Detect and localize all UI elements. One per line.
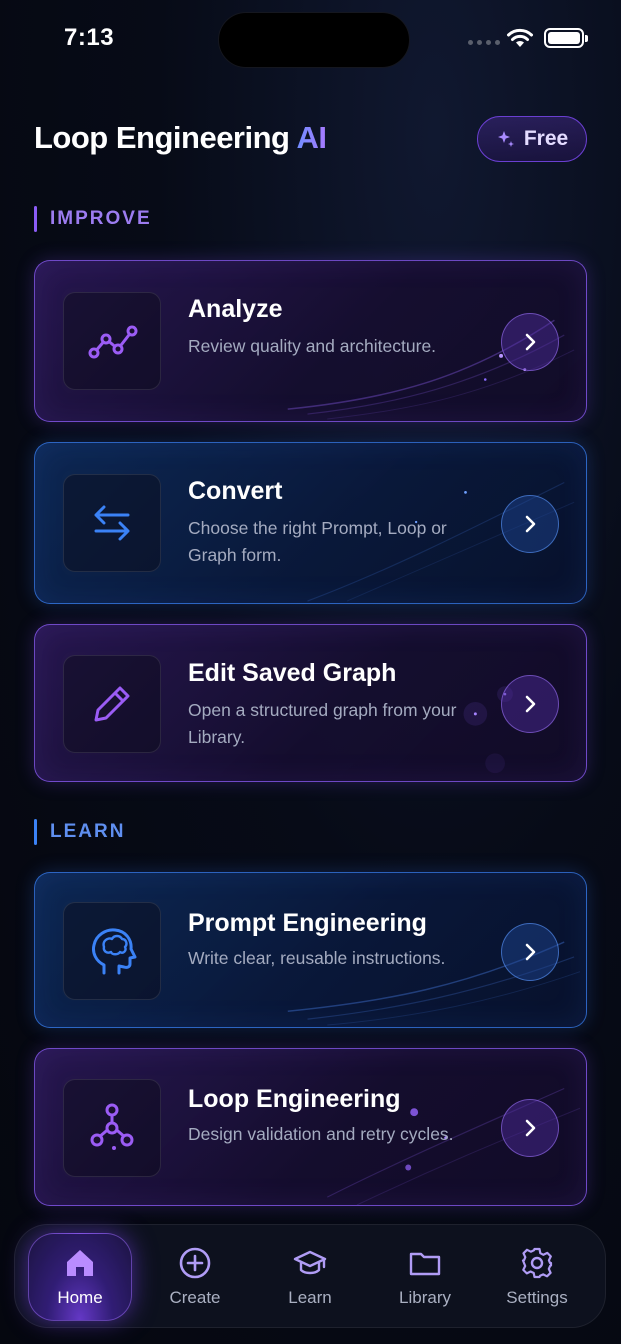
tab-label: Learn — [288, 1288, 332, 1307]
card-description: Design validation and retry cycles. — [188, 1124, 454, 1144]
tab-label: Home — [57, 1288, 103, 1307]
brain-head-icon — [92, 928, 137, 975]
chevron-right-icon — [525, 515, 536, 533]
app-title: Loop Engineering AI — [34, 120, 327, 156]
section-label-learn: LEARN — [34, 819, 125, 845]
status-bar: 7:13 — [0, 0, 621, 80]
card-icon-box — [63, 655, 161, 753]
card-title: Prompt Engineering — [188, 909, 427, 937]
card-description: Review quality and architecture. — [188, 336, 437, 356]
card-icon-box — [63, 474, 161, 572]
section-label-improve: IMPROVE — [34, 206, 152, 232]
tab-label: Library — [399, 1288, 451, 1307]
card-analyze[interactable]: Analyze Review quality and architecture. — [34, 260, 587, 422]
tab-label: Settings — [506, 1288, 568, 1307]
tab-create[interactable]: Create — [143, 1233, 247, 1321]
graduation-cap-icon — [293, 1250, 327, 1275]
card-title: Edit Saved Graph — [188, 659, 397, 687]
card-prompt-engineering[interactable]: Prompt Engineering Write clear, reusable… — [34, 872, 587, 1028]
card-title: Convert — [188, 477, 283, 505]
card-loop-engineering[interactable]: Loop Engineering Design validation and r… — [34, 1048, 587, 1206]
plan-badge-button[interactable]: Free — [477, 116, 587, 162]
node-graph-icon — [90, 1103, 134, 1150]
chevron-right-icon — [525, 333, 536, 351]
chevron-right-button[interactable] — [501, 1099, 559, 1157]
card-icon-box — [63, 292, 161, 390]
chevron-right-button[interactable] — [501, 313, 559, 371]
gear-icon — [521, 1247, 553, 1279]
swap-arrows-icon — [94, 505, 130, 541]
tab-label: Create — [169, 1288, 221, 1307]
card-icon-box — [63, 1079, 161, 1177]
status-time: 7:13 — [64, 24, 115, 51]
folder-icon — [409, 1252, 441, 1276]
card-edit-saved-graph[interactable]: Edit Saved Graph Open a structured graph… — [34, 624, 587, 782]
app-title-accent: AI — [296, 120, 327, 155]
card-description: Choose the right Prompt, Loop or Graph f… — [188, 518, 447, 565]
chevron-right-button[interactable] — [501, 495, 559, 553]
bottom-tab-bar: Home Create Learn Library Settings — [14, 1224, 606, 1328]
card-title: Loop Engineering — [188, 1085, 401, 1113]
tab-home[interactable]: Home — [28, 1233, 132, 1321]
card-convert[interactable]: Convert Choose the right Prompt, Loop or… — [34, 442, 587, 604]
dynamic-island — [218, 12, 410, 68]
chevron-right-button[interactable] — [501, 923, 559, 981]
chevron-right-button[interactable] — [501, 675, 559, 733]
home-icon — [67, 1250, 93, 1276]
analytics-line-icon — [88, 325, 138, 359]
card-description: Open a structured graph from your Librar… — [188, 700, 457, 747]
card-description: Write clear, reusable instructions. — [188, 948, 446, 968]
tab-settings[interactable]: Settings — [485, 1233, 589, 1321]
pencil-icon — [94, 686, 130, 722]
card-title: Analyze — [188, 295, 283, 323]
sparkle-icon — [497, 131, 514, 147]
chevron-right-icon — [525, 943, 536, 961]
wifi-icon — [507, 28, 533, 47]
chevron-right-icon — [525, 695, 536, 713]
chevron-right-icon — [525, 1119, 536, 1137]
card-icon-box — [63, 902, 161, 1000]
plan-badge-label: Free — [523, 127, 569, 150]
cellular-signal-icon — [468, 40, 500, 45]
tab-learn[interactable]: Learn — [258, 1233, 362, 1321]
battery-icon — [544, 28, 588, 48]
tab-library[interactable]: Library — [373, 1233, 477, 1321]
app-title-main: Loop Engineering — [34, 120, 290, 155]
plus-circle-icon — [179, 1247, 211, 1279]
